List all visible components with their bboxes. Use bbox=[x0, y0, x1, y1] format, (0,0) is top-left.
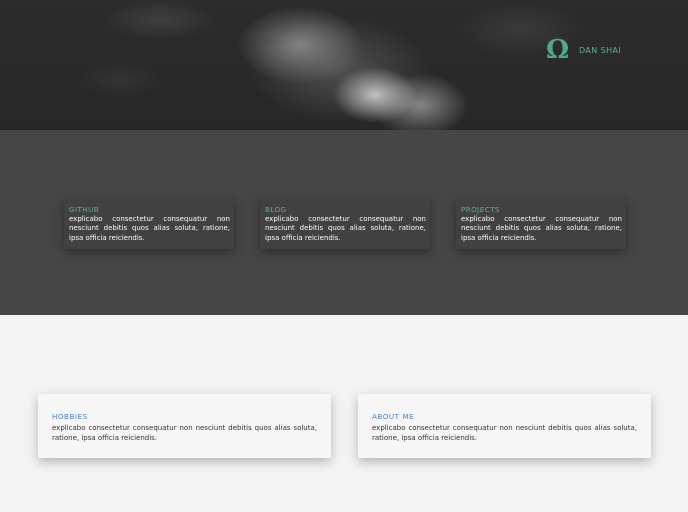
hobbies-card-text: explicabo consectetur consequatur non ne… bbox=[52, 424, 317, 442]
about-me-card-text: explicabo consectetur consequatur non ne… bbox=[372, 424, 637, 442]
blog-card[interactable]: BLOG explicabo consectetur consequatur n… bbox=[260, 197, 430, 249]
projects-card[interactable]: PROJECTS explicabo consectetur consequat… bbox=[456, 197, 626, 249]
hero-banner: Ω DAN SHAI bbox=[0, 0, 688, 130]
hero-overlay bbox=[0, 0, 688, 130]
blog-card-title[interactable]: BLOG bbox=[265, 205, 426, 214]
brand-logo-link[interactable]: Ω DAN SHAI bbox=[546, 35, 622, 65]
blog-card-text: explicabo consectetur consequatur non ne… bbox=[265, 215, 426, 242]
github-card[interactable]: GITHUB explicabo consectetur consequatur… bbox=[64, 197, 234, 249]
projects-card-text: explicabo consectetur consequatur non ne… bbox=[461, 215, 622, 242]
brand-name: DAN SHAI bbox=[579, 45, 622, 55]
github-card-title[interactable]: GITHUB bbox=[69, 205, 230, 214]
about-me-card-title[interactable]: ABOUT ME bbox=[372, 412, 637, 421]
github-card-text: explicabo consectetur consequatur non ne… bbox=[69, 215, 230, 242]
hobbies-card[interactable]: HOBBIES explicabo consectetur consequatu… bbox=[38, 394, 331, 458]
projects-card-title[interactable]: PROJECTS bbox=[461, 205, 622, 214]
omega-icon: Ω bbox=[546, 35, 570, 65]
about-me-card[interactable]: ABOUT ME explicabo consectetur consequat… bbox=[358, 394, 651, 458]
hobbies-card-title[interactable]: HOBBIES bbox=[52, 412, 317, 421]
